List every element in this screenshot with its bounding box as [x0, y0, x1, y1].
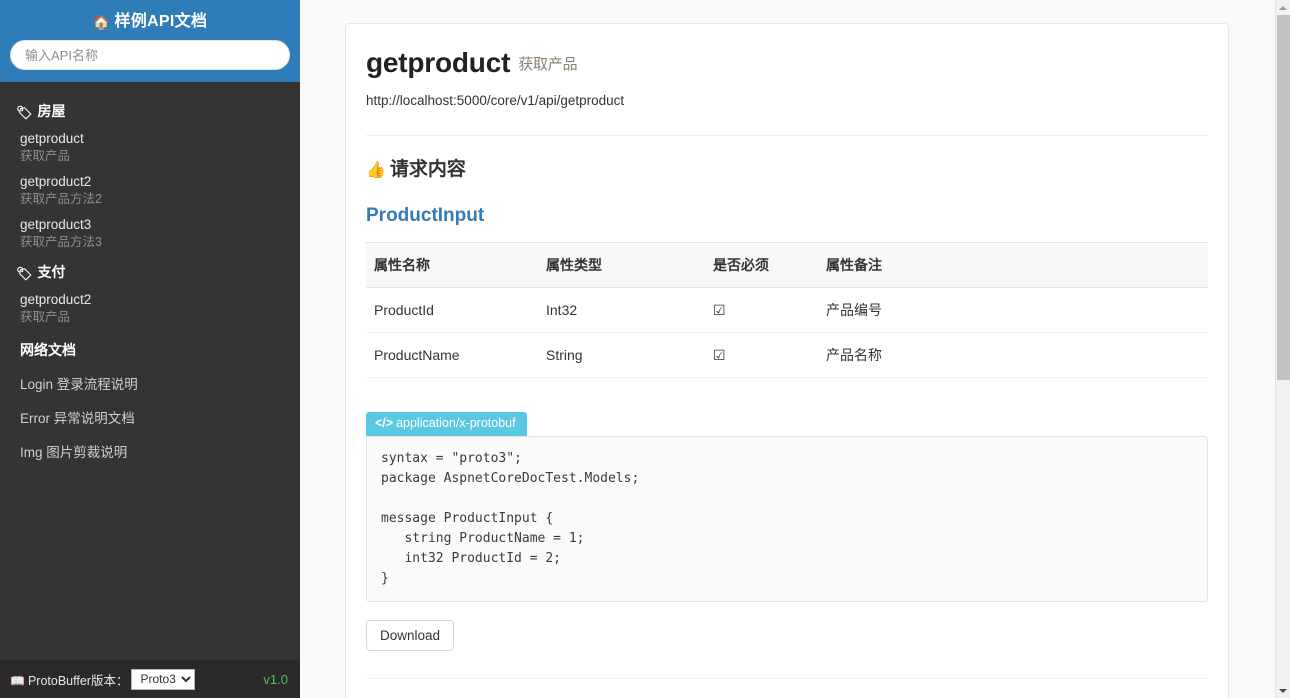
cell-remark: 产品名称 [818, 332, 1208, 378]
divider [366, 135, 1208, 136]
main-content: getproduct 获取产品 http://localhost:5000/cor… [300, 0, 1274, 698]
nav-group-title-payment: 🏷 支付 [0, 255, 300, 287]
sidebar-header: 🏠 样例API文档 [0, 0, 300, 82]
api-name: getproduct2 [20, 174, 92, 189]
api-title-cn: 获取产品 [518, 56, 578, 73]
scrollbar-thumb[interactable] [1277, 15, 1290, 380]
api-name: getproduct3 [20, 217, 92, 232]
table-head: 属性名称 属性类型 是否必须 属性备注 [366, 242, 1208, 288]
tag-icon: 🏷 [16, 105, 33, 120]
sidebar-item-payment-getproduct2[interactable]: getproduct2 获取产品 [0, 287, 300, 330]
request-heading-text: 请求内容 [389, 159, 466, 180]
col-header-required: 是否必须 [705, 242, 818, 288]
protobuffer-version-label: 📖 ProtoBuffer版本： [10, 670, 128, 689]
cell-name: ProductName [366, 332, 538, 378]
sidebar-nav: 🏷 房屋 getproduct 获取产品 getproduct2 获取产品方法2 … [0, 82, 300, 468]
search-input[interactable] [10, 40, 290, 70]
code-content-type-tab[interactable]: </> application/x-protobuf [366, 412, 527, 436]
nav-group-label: 房屋 [37, 103, 66, 119]
required-checkbox: ☑ [705, 332, 818, 378]
doc-item-login[interactable]: Login 登录流程说明 [0, 366, 300, 400]
search-wrapper [0, 32, 300, 70]
api-desc: 获取产品 [20, 310, 71, 324]
api-desc: 获取产品方法3 [20, 235, 102, 249]
cell-type: String [538, 332, 705, 378]
home-icon: 🏠 [92, 14, 111, 30]
download-button[interactable]: Download [366, 620, 455, 651]
book-icon: 📖 [10, 673, 25, 688]
page-root: 🏠样例API文档 🏷 房屋 getproduct 获取产品 getproduct2… [0, 0, 1290, 698]
sidebar-item-getproduct[interactable]: getproduct 获取产品 [0, 126, 300, 169]
table-row: ProductId Int32 ☑ 产品编号 [366, 287, 1208, 333]
api-name: getproduct [20, 131, 84, 146]
cell-type: Int32 [538, 287, 705, 333]
protobuf-code-block: syntax = "proto3"; package AspnetCoreDoc… [366, 436, 1208, 602]
scroll-up-arrow-icon[interactable] [1276, 0, 1290, 15]
code-icon: </> [375, 416, 394, 430]
doc-section-title: 网络文档 [20, 342, 76, 358]
brand[interactable]: 🏠 样例API文档 [0, 0, 300, 32]
api-desc: 获取产品方法2 [20, 192, 102, 206]
divider [366, 678, 1208, 679]
tag-icon: 🏷 [16, 266, 33, 281]
table-body: ProductId Int32 ☑ 产品编号 ProductName Strin… [366, 287, 1208, 378]
cell-name: ProductId [366, 287, 538, 333]
nav-group-title-housing: 🏷 房屋 [0, 94, 300, 126]
api-title-text: getproduct [366, 47, 511, 78]
col-header-name: 属性名称 [366, 242, 538, 288]
doc-item-img[interactable]: Img 图片剪裁说明 [0, 434, 300, 468]
hand-point-up-icon: 👍 [366, 162, 386, 179]
scroll-down-arrow-icon[interactable] [1276, 683, 1290, 698]
sidebar-item-getproduct2[interactable]: getproduct2 获取产品方法2 [0, 169, 300, 212]
api-desc: 获取产品 [20, 149, 71, 163]
brand-label: 样例API文档 [114, 13, 208, 30]
sidebar: 🏠样例API文档 🏷 房屋 getproduct 获取产品 getproduct2… [0, 0, 300, 698]
page-title: getproduct 获取产品 [366, 46, 1208, 82]
request-model-name: ProductInput [366, 205, 485, 226]
col-header-type: 属性类型 [538, 242, 705, 288]
table-header-row: 属性名称 属性类型 是否必须 属性备注 [366, 242, 1208, 288]
sidebar-footer: 📖 ProtoBuffer版本： Proto3 v1.0 [0, 660, 300, 698]
main-scrollbar[interactable] [1275, 0, 1290, 698]
sidebar-item-getproduct3[interactable]: getproduct3 获取产品方法3 [0, 212, 300, 255]
request-properties-table: 属性名称 属性类型 是否必须 属性备注 ProductId Int32 ☑ 产品… [366, 242, 1208, 378]
api-detail-card: getproduct 获取产品 http://localhost:5000/cor… [345, 23, 1229, 698]
table-row: ProductName String ☑ 产品名称 [366, 332, 1208, 378]
api-url: http://localhost:5000/core/v1/api/getpro… [366, 93, 625, 108]
proto-version-select[interactable]: Proto3 [131, 668, 196, 690]
protobuffer-label-text: ProtoBuffer版本： [27, 673, 129, 688]
cell-remark: 产品编号 [818, 287, 1208, 333]
api-name: getproduct2 [20, 292, 92, 307]
nav-group-label: 支付 [37, 264, 66, 280]
code-tab-label: application/x-protobuf [396, 416, 516, 430]
doc-item-error[interactable]: Error 异常说明文档 [0, 400, 300, 434]
required-checkbox: ☑ [705, 287, 818, 333]
app-version-label: v1.0 [263, 671, 288, 687]
col-header-remark: 属性备注 [818, 242, 1208, 288]
request-section-title: 👍 请求内容 [366, 158, 1208, 183]
